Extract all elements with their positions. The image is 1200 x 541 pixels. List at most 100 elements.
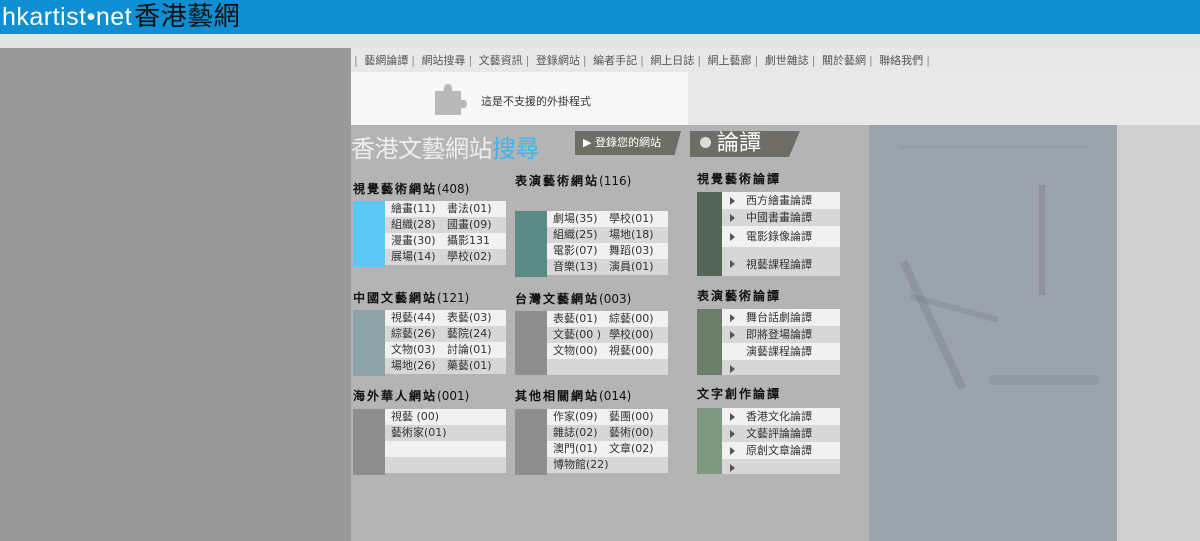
category-link[interactable]: 文章(02) — [609, 441, 668, 457]
category-link[interactable]: 場地(26) — [385, 358, 447, 374]
triangle-right-icon — [730, 413, 735, 421]
category-link[interactable]: 音樂(13) — [547, 259, 609, 275]
triangle-right-icon — [730, 233, 735, 241]
unsupported-plugin-box: 這是不支援的外掛程式 — [351, 72, 688, 125]
triangle-right-icon — [730, 214, 735, 222]
forum-link[interactable]: 香港文化論譚 — [722, 408, 840, 425]
nav-item-about[interactable]: 關於藝網 — [822, 54, 866, 67]
table-row: 藝術家(01) — [385, 425, 506, 441]
section-title-china[interactable]: 中國文藝網站(121) — [353, 289, 469, 306]
nav-item-editor-notes[interactable]: 編者手記 — [593, 54, 637, 67]
section-title-visual-arts[interactable]: 視覺藝術網站(408) — [353, 180, 469, 197]
category-link[interactable]: 學校(01) — [609, 211, 668, 227]
forum-title-visual-arts[interactable]: 視覺藝術論譚 — [697, 170, 781, 187]
forum-link[interactable]: 原創文章論譚 — [722, 442, 840, 459]
table-row: 音樂(13) 演員(01) — [547, 259, 668, 275]
nav-item-magazine[interactable]: 劇世雜誌 — [765, 54, 809, 67]
table-row: 表藝(01) 綜藝(00) — [547, 311, 668, 327]
category-link[interactable]: 書法(01) — [447, 201, 506, 217]
category-link[interactable]: 文物(00) — [547, 343, 609, 359]
category-link[interactable]: 舞蹈(03) — [609, 243, 668, 259]
category-link[interactable]: 電影(07) — [547, 243, 609, 259]
category-link[interactable]: 組織(28) — [385, 217, 447, 233]
category-link[interactable]: 藝術家(01) — [385, 425, 506, 441]
forum-link[interactable]: 中國書畫論譚 — [722, 209, 840, 226]
category-link[interactable]: 視藝(00) — [609, 343, 668, 359]
category-link[interactable]: 場地(18) — [609, 227, 668, 243]
category-link[interactable]: 漫畫(30) — [385, 233, 447, 249]
category-link[interactable]: 藝術(00) — [609, 425, 668, 441]
table-row: 漫畫(30) 攝影131 — [385, 233, 506, 249]
category-link[interactable]: 攝影131 — [447, 233, 506, 249]
section-title-taiwan[interactable]: 台灣文藝網站(003) — [515, 290, 631, 307]
forum-title-performing-arts[interactable]: 表演藝術論譚 — [697, 287, 781, 304]
nav-item-contact[interactable]: 聯絡我們 — [879, 54, 923, 67]
forum-link[interactable]: 西方繪畫論譚 — [722, 192, 840, 209]
forum-link[interactable]: 視藝課程論譚 — [722, 247, 840, 276]
title-search: 搜尋 — [492, 135, 540, 163]
category-link[interactable]: 展場(14) — [385, 249, 447, 265]
circle-icon — [700, 136, 711, 148]
category-link[interactable]: 表藝(03) — [447, 310, 506, 326]
forum-title-writing[interactable]: 文字創作論譚 — [697, 385, 781, 402]
forum-link[interactable]: 演藝課程論譚 — [722, 343, 840, 360]
section-title-performing-arts[interactable]: 表演藝術網站(116) — [515, 172, 631, 189]
category-link[interactable]: 繪畫(11) — [385, 201, 447, 217]
category-link[interactable]: 學校(00) — [609, 327, 668, 343]
table-row: 博物館(22) — [547, 457, 668, 473]
category-link[interactable]: 演員(01) — [609, 259, 668, 275]
visual-arts-block: 繪畫(11) 書法(01) 組織(28) 國畫(09) 漫畫(30) 攝影131 展場… — [353, 201, 506, 267]
category-link[interactable]: 澳門(01) — [547, 441, 609, 457]
category-link[interactable]: 藥藝(01) — [447, 358, 506, 374]
forum-link[interactable] — [722, 459, 840, 474]
category-link[interactable]: 組織(25) — [547, 227, 609, 243]
table-row: 文物(00) 視藝(00) — [547, 343, 668, 359]
category-link[interactable]: 博物館(22) — [547, 457, 668, 473]
category-color-swatch — [353, 201, 385, 267]
nav-item-register[interactable]: 登錄網站 — [536, 54, 580, 67]
table-row — [385, 457, 506, 473]
table-row: 劇場(35) 學校(01) — [547, 211, 668, 227]
section-title-overseas[interactable]: 海外華人網站(001) — [353, 387, 469, 404]
category-link[interactable]: 表藝(01) — [547, 311, 609, 327]
site-logo[interactable]: hkartist•net香港藝網 — [2, 2, 240, 32]
register-site-button[interactable]: ▶ 登錄您的網站 — [575, 131, 681, 155]
nav-item-forum[interactable]: 藝網論譚 — [364, 54, 408, 67]
category-link[interactable]: 討論(01) — [447, 342, 506, 358]
category-link[interactable]: 劇場(35) — [547, 211, 609, 227]
forum-link[interactable]: 舞台話劇論譚 — [722, 309, 840, 326]
nav-item-blog[interactable]: 網上日誌 — [650, 54, 694, 67]
category-link[interactable]: 綜藝(00) — [609, 311, 668, 327]
table-row: 電影(07) 舞蹈(03) — [547, 243, 668, 259]
forum-link[interactable]: 文藝評論論譚 — [722, 425, 840, 442]
other-block: 作家(09) 藝團(00) 雜誌(02) 藝術(00) 澳門(01) 文章(02) 博… — [515, 409, 668, 475]
category-color-swatch — [515, 409, 547, 475]
category-link[interactable]: 視藝(44) — [385, 310, 447, 326]
forum-link[interactable]: 電影錄像論譚 — [722, 226, 840, 247]
category-link[interactable]: 藝團(00) — [609, 409, 668, 425]
category-link[interactable]: 雜誌(02) — [547, 425, 609, 441]
category-link[interactable]: 視藝 (00) — [385, 409, 506, 425]
category-link[interactable]: 作家(09) — [547, 409, 609, 425]
directory-panel: 香港文藝網站搜尋 ▶ 登錄您的網站 論譚 視覺藝術網站(408) 繪畫(11) 書… — [351, 125, 869, 541]
nav-item-gallery[interactable]: 網上藝廊 — [708, 54, 752, 67]
category-link[interactable]: 文藝(00 ) — [547, 327, 609, 343]
forum-link[interactable] — [722, 360, 840, 375]
category-link[interactable]: 藝院(24) — [447, 326, 506, 342]
section-title-other[interactable]: 其他相關網站(014) — [515, 387, 631, 404]
table-row: 綜藝(26) 藝院(24) — [385, 326, 506, 342]
forum-color-swatch — [697, 309, 722, 375]
title-main: 香港文藝網站 — [351, 135, 493, 163]
category-link[interactable]: 文物(03) — [385, 342, 447, 358]
triangle-right-icon — [730, 260, 735, 268]
category-link[interactable]: 國畫(09) — [447, 217, 506, 233]
nav-item-news[interactable]: 文藝資訊 — [479, 54, 523, 67]
category-link[interactable]: 綜藝(26) — [385, 326, 447, 342]
forum-link[interactable]: 即將登場論譚 — [722, 326, 840, 343]
category-link[interactable]: 學校(02) — [447, 249, 506, 265]
category-color-swatch — [515, 211, 547, 277]
nav-item-search[interactable]: 網站搜尋 — [421, 54, 465, 67]
forum-button[interactable]: 論譚 — [690, 131, 800, 157]
performing-arts-block: 劇場(35) 學校(01) 組織(25) 場地(18) 電影(07) 舞蹈(03) 音… — [515, 211, 668, 277]
table-row: 繪畫(11) 書法(01) — [385, 201, 506, 217]
